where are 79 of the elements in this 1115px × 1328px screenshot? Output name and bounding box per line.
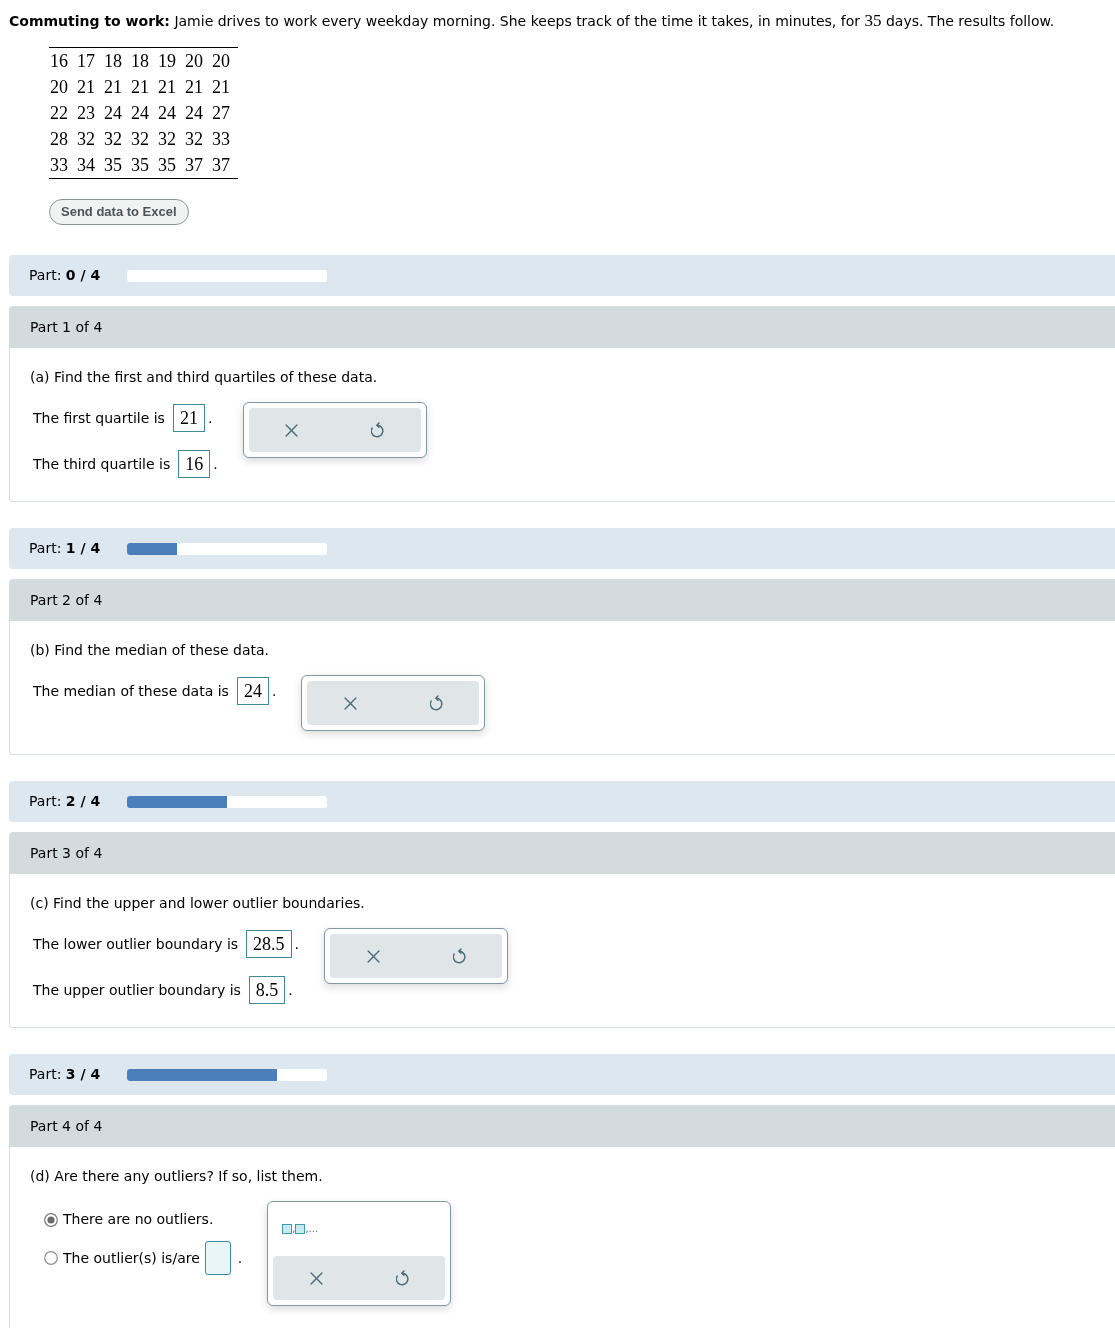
circular-arrow-icon [395, 1270, 409, 1286]
question-text: (c) Find the upper and lower outlier boundaries. [30, 894, 365, 912]
table-cell: 21 [131, 77, 149, 97]
table-cell: 20 [50, 77, 68, 97]
x-icon [285, 423, 299, 437]
period-text: . [207, 408, 213, 428]
table-cell: 32 [77, 129, 95, 149]
table-cell: 24 [158, 103, 176, 123]
answer-label: The median of these data is [33, 681, 229, 701]
table-cell: 32 [158, 129, 176, 149]
list-template-button[interactable]: , ,... [282, 1224, 319, 1234]
table-cell: 32 [131, 129, 149, 149]
table-cell: 21 [104, 77, 122, 97]
table-cell: 35 [104, 155, 122, 175]
radio-option[interactable]: The outlier(s) is/are [44, 1247, 200, 1269]
period-text: . [294, 934, 300, 954]
table-cell: 16 [50, 51, 68, 71]
answer-label: The third quartile is [33, 454, 171, 474]
x-icon [343, 696, 357, 710]
table-cell: 24 [131, 103, 149, 123]
table-cell: 35 [158, 155, 176, 175]
table-cell: 32 [104, 129, 122, 149]
radio-option[interactable]: There are no outliers. [44, 1209, 214, 1230]
answer-label: The lower outlier boundary is [33, 934, 239, 954]
table-cell: 21 [77, 77, 95, 97]
table-cell: 32 [185, 129, 203, 149]
table-cell: 37 [212, 155, 230, 175]
answer-field[interactable]: 24 [236, 677, 269, 705]
period-text: . [213, 454, 218, 474]
period-text: . [271, 681, 277, 701]
part-header: Part 4 of 4 [10, 1106, 1115, 1147]
answer-field[interactable]: 21 [172, 404, 205, 432]
problem-statement: Commuting to work: Jamie drives to work every weekday morning. She keeps track of the time it takes, in minutes, for 35 days. The results follow. [9, 12, 1055, 30]
table-cell: 21 [158, 77, 176, 97]
table-cell: 27 [212, 103, 230, 123]
table-cell: 18 [104, 51, 122, 71]
table-cell: 35 [131, 155, 149, 175]
answer-field[interactable] [204, 1241, 231, 1275]
table-cell: 37 [185, 155, 203, 175]
period-text: . [288, 980, 293, 1000]
part-header: Part 1 of 4 [10, 307, 1115, 348]
answer-label: The upper outlier boundary is [33, 980, 241, 1000]
progress-label: Part: 1 / 4 [29, 540, 101, 556]
question-text: (b) Find the median of these data. [30, 641, 269, 659]
table-cell: 24 [185, 103, 203, 123]
table-cell: 34 [77, 155, 95, 175]
progress-label: Part: 0 / 4 [29, 267, 101, 283]
part-header: Part 3 of 4 [10, 833, 1115, 874]
table-cell: 20 [185, 51, 203, 71]
circular-arrow-icon [429, 695, 443, 711]
x-icon [309, 1271, 323, 1285]
circular-arrow-icon [371, 422, 385, 438]
table-cell: 20 [212, 51, 230, 71]
progress-label: Part: 2 / 4 [29, 793, 101, 809]
circular-arrow-icon [452, 948, 466, 964]
table-cell: 23 [77, 103, 95, 123]
answer-field[interactable]: 16 [178, 450, 211, 478]
progress-label: Part: 3 / 4 [29, 1066, 101, 1082]
question-text: (a) Find the first and third quartiles of these data. [30, 368, 378, 386]
table-cell: 24 [104, 103, 122, 123]
table-cell: 28 [50, 129, 68, 149]
send-to-excel-button[interactable]: Send data to Excel [49, 199, 189, 225]
table-cell: 33 [212, 129, 230, 149]
table-cell: 21 [212, 77, 230, 97]
square-icon [295, 1224, 306, 1234]
answer-field[interactable]: 28.5 [246, 930, 292, 958]
table-cell: 19 [158, 51, 176, 71]
table-cell: 17 [77, 51, 95, 71]
table-cell: 22 [50, 103, 68, 123]
question-text: (d) Are there any outliers? If so, list them. [30, 1167, 323, 1185]
part-header: Part 2 of 4 [10, 580, 1115, 621]
answer-field[interactable]: 8.5 [248, 976, 286, 1004]
x-icon [366, 949, 380, 963]
table-cell: 18 [131, 51, 149, 71]
table-cell: 21 [185, 77, 203, 97]
square-icon [282, 1224, 293, 1234]
table-cell: 33 [50, 155, 68, 175]
period-text: . [237, 1248, 243, 1268]
answer-label: The first quartile is [33, 408, 165, 428]
